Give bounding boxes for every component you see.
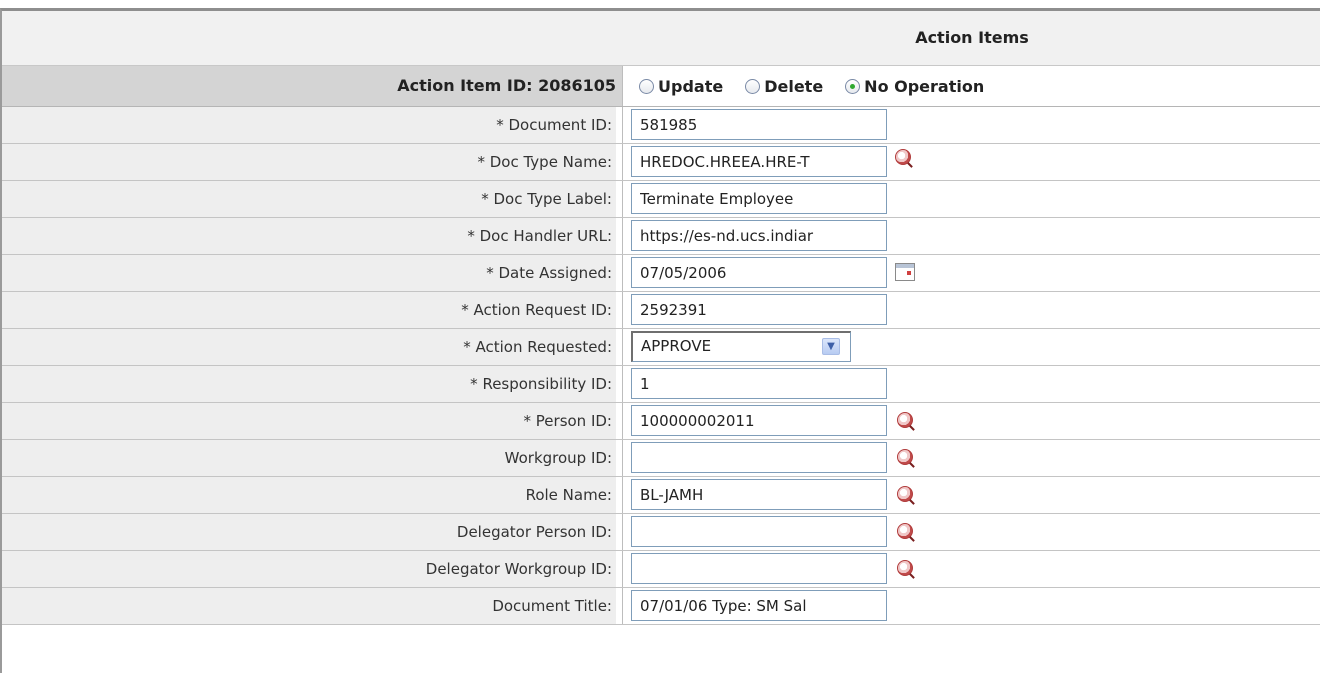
responsibility-id-cell (622, 366, 1320, 402)
no-operation-radio-label: No Operation (864, 76, 985, 96)
row-responsibility-id: * Responsibility ID: (2, 366, 1320, 403)
document-title-label: Document Title: (2, 588, 616, 624)
action-request-id-input[interactable] (631, 294, 887, 325)
workgroup-id-cell (622, 440, 1320, 476)
doc-type-label-input[interactable] (631, 183, 887, 214)
chevron-down-icon[interactable]: ▼ (822, 338, 840, 355)
doc-handler-url-input[interactable] (631, 220, 887, 251)
doc-handler-url-label: * Doc Handler URL: (2, 218, 616, 254)
row-role-name: Role Name: (2, 477, 1320, 514)
delegator-person-lookup-icon[interactable] (897, 523, 913, 539)
update-radio[interactable]: Update (639, 77, 723, 96)
delegator-workgroup-id-input[interactable] (631, 553, 887, 584)
document-id-cell (622, 107, 1320, 143)
delegator-workgroup-id-label: Delegator Workgroup ID: (2, 551, 616, 587)
action-item-id-row: Action Item ID: 2086105 Update Delete No… (2, 66, 1320, 107)
row-delegator-person-id: Delegator Person ID: (2, 514, 1320, 551)
role-name-label: Role Name: (2, 477, 616, 513)
panel-title: Action Items (915, 28, 1029, 47)
workgroup-id-label: Workgroup ID: (2, 440, 616, 476)
doc-type-label-cell (622, 181, 1320, 217)
action-items-panel: Action Items Action Item ID: 2086105 Upd… (0, 8, 1320, 673)
role-lookup-icon[interactable] (897, 486, 913, 502)
update-radio-label: Update (658, 76, 724, 96)
action-requested-cell: APPROVE ▼ (622, 329, 1320, 365)
delegator-person-id-label: Delegator Person ID: (2, 514, 616, 550)
delete-radio-label: Delete (764, 76, 824, 96)
panel-header: Action Items (2, 11, 1320, 66)
doc-handler-url-cell (622, 218, 1320, 254)
date-assigned-cell (622, 255, 1320, 291)
workgroup-id-input[interactable] (631, 442, 887, 473)
person-lookup-icon[interactable] (897, 412, 913, 428)
responsibility-id-label: * Responsibility ID: (2, 366, 616, 402)
update-radio-button[interactable] (639, 78, 654, 94)
operation-radio-group: Update Delete No Operation (622, 66, 1320, 106)
person-id-input[interactable] (631, 405, 887, 436)
no-operation-radio-button[interactable] (845, 78, 861, 94)
no-operation-radio[interactable]: No Operation (845, 77, 984, 96)
document-id-input[interactable] (631, 109, 887, 140)
action-request-id-cell (622, 292, 1320, 328)
action-requested-label: * Action Requested: (2, 329, 616, 365)
calendar-icon[interactable] (895, 263, 915, 281)
delegator-person-id-input[interactable] (631, 516, 887, 547)
row-date-assigned: * Date Assigned: (2, 255, 1320, 292)
role-name-cell (622, 477, 1320, 513)
person-id-label: * Person ID: (2, 403, 616, 439)
document-title-input[interactable] (631, 590, 887, 621)
row-doc-handler-url: * Doc Handler URL: (2, 218, 1320, 255)
row-person-id: * Person ID: (2, 403, 1320, 440)
document-title-cell (622, 588, 1320, 624)
date-assigned-label: * Date Assigned: (2, 255, 616, 291)
responsibility-id-input[interactable] (631, 368, 887, 399)
doc-type-name-cell (622, 144, 1320, 180)
action-requested-value: APPROVE (641, 337, 712, 355)
doc-type-lookup-icon[interactable] (895, 149, 911, 165)
date-assigned-input[interactable] (631, 257, 887, 288)
action-requested-select[interactable]: APPROVE ▼ (631, 331, 851, 362)
row-action-request-id: * Action Request ID: (2, 292, 1320, 329)
row-doc-type-label: * Doc Type Label: (2, 181, 1320, 218)
person-id-cell (622, 403, 1320, 439)
doc-type-name-label: * Doc Type Name: (2, 144, 616, 180)
delegator-person-id-cell (622, 514, 1320, 550)
action-item-id-label: Action Item ID: 2086105 (397, 76, 616, 95)
delegator-workgroup-id-cell (622, 551, 1320, 587)
row-doc-type-name: * Doc Type Name: (2, 144, 1320, 181)
doc-type-name-input[interactable] (631, 146, 887, 177)
row-document-id: * Document ID: (2, 107, 1320, 144)
delegator-workgroup-lookup-icon[interactable] (897, 560, 913, 576)
delete-radio[interactable]: Delete (745, 77, 823, 96)
delete-radio-button[interactable] (745, 78, 761, 94)
row-document-title: Document Title: (2, 588, 1320, 625)
action-request-id-label: * Action Request ID: (2, 292, 616, 328)
role-name-input[interactable] (631, 479, 887, 510)
row-delegator-workgroup-id: Delegator Workgroup ID: (2, 551, 1320, 588)
row-workgroup-id: Workgroup ID: (2, 440, 1320, 477)
workgroup-lookup-icon[interactable] (897, 449, 913, 465)
row-action-requested: * Action Requested: APPROVE ▼ (2, 329, 1320, 366)
doc-type-label-label: * Doc Type Label: (2, 181, 616, 217)
document-id-label: * Document ID: (2, 107, 616, 143)
